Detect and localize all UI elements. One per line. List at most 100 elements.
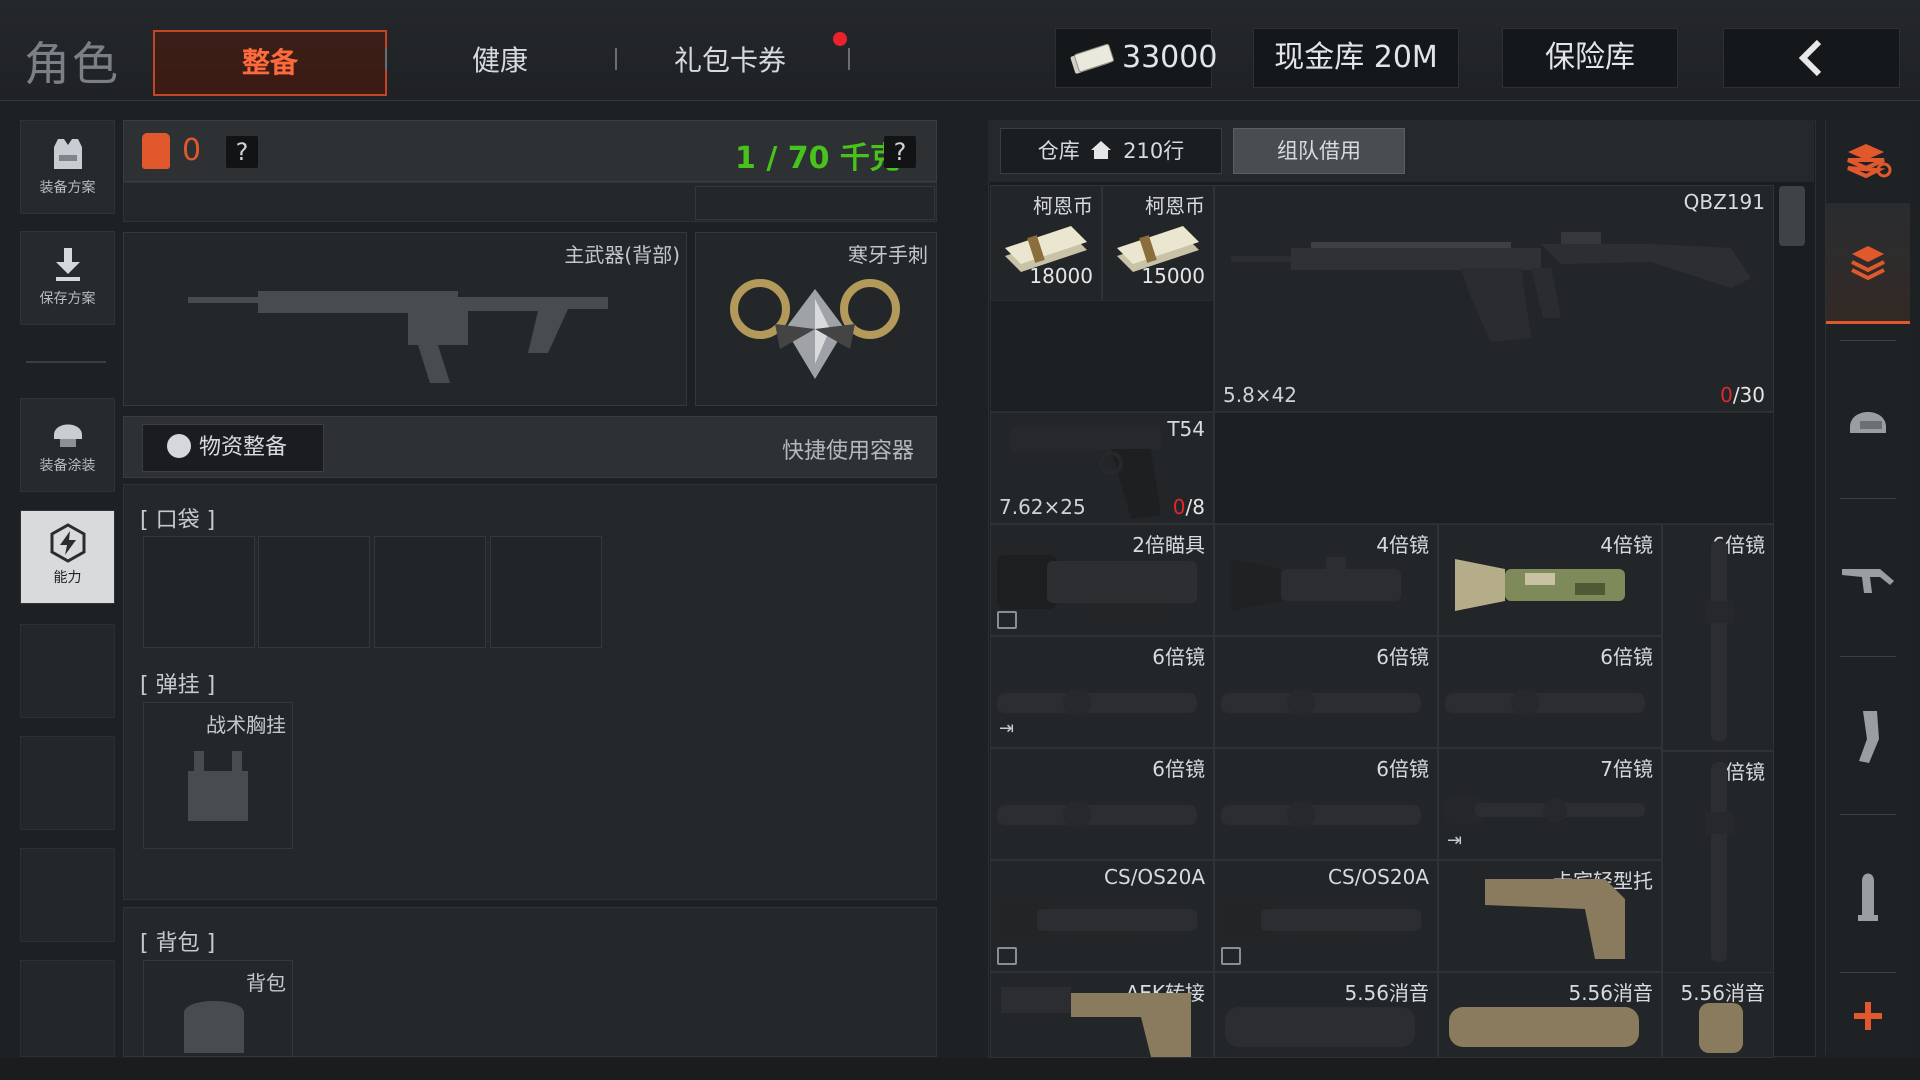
item-ammo: 0/8 bbox=[1173, 495, 1205, 519]
scope-vertical-icon bbox=[1705, 762, 1733, 962]
chest-rig-icon bbox=[188, 751, 248, 821]
sidebar-label: 装备方案 bbox=[39, 180, 96, 196]
item-scope-6x[interactable]: 6倍镜 bbox=[1438, 636, 1662, 748]
category-divider bbox=[1840, 972, 1896, 973]
storage-tab-label: 仓库 bbox=[1037, 139, 1080, 163]
backpack-slot[interactable]: 背包 bbox=[143, 960, 293, 1057]
item-scope-7x[interactable]: 7倍镜 bbox=[1662, 751, 1774, 973]
item-scope-4x[interactable]: 4倍镜 bbox=[1214, 524, 1438, 636]
add-category-button[interactable] bbox=[1826, 978, 1910, 1054]
item-scope-7x[interactable]: 7倍镜 ⇥ bbox=[1438, 748, 1662, 860]
sort-stack-button[interactable] bbox=[1826, 120, 1910, 200]
item-556-suppressor[interactable]: 5.56消音 bbox=[1662, 972, 1774, 1058]
supply-prep-button[interactable]: 物资整备 bbox=[142, 424, 324, 472]
helmet-icon bbox=[1850, 412, 1886, 433]
category-magazine-button[interactable] bbox=[1826, 662, 1910, 812]
category-all-button[interactable] bbox=[1826, 203, 1910, 324]
home-icon bbox=[1091, 141, 1112, 159]
category-divider bbox=[1840, 498, 1896, 499]
pocket-slot[interactable] bbox=[490, 536, 602, 648]
chest-rig-slot[interactable]: 战术胸挂 bbox=[143, 702, 293, 849]
stack-active-icon bbox=[1851, 246, 1885, 280]
save-plan-button[interactable]: 保存方案 bbox=[20, 231, 115, 325]
back-button[interactable] bbox=[1723, 28, 1900, 88]
item-556-suppressor[interactable]: 5.56消音 bbox=[1214, 972, 1438, 1058]
item-carbine-stock[interactable]: 卡宾轻型托 bbox=[1438, 860, 1662, 972]
pocket-slot[interactable] bbox=[374, 536, 486, 648]
long-scope-icon bbox=[1445, 689, 1645, 717]
adapter-icon bbox=[1001, 987, 1191, 1057]
item-name: QBZ191 bbox=[1683, 190, 1765, 214]
category-ammo-button[interactable] bbox=[1826, 820, 1910, 970]
primary-weapon-slot[interactable]: 主武器(背部) bbox=[123, 232, 687, 406]
item-name: 6倍镜 bbox=[1152, 757, 1205, 781]
scope-icon bbox=[997, 903, 1197, 945]
tab-gift-cards[interactable]: 礼包卡券 bbox=[630, 30, 830, 92]
armor-help-button[interactable]: ? bbox=[226, 136, 258, 168]
item-t54[interactable]: T54 7.62×25 0/8 bbox=[990, 412, 1214, 524]
item-cs-os20a[interactable]: CS/OS20A bbox=[990, 860, 1214, 972]
chest-rig-label: 战术胸挂 bbox=[206, 713, 286, 737]
pocket-slot[interactable] bbox=[143, 536, 255, 648]
tab-storage[interactable]: 仓库 210行 bbox=[1000, 128, 1222, 174]
category-divider bbox=[1840, 814, 1896, 815]
currency-display[interactable]: 33000 bbox=[1055, 28, 1217, 88]
rifle-silhouette-icon bbox=[188, 291, 608, 383]
item-qbz191[interactable]: QBZ191 5.8×42 0/30 bbox=[1214, 185, 1774, 412]
ammo-box-icon bbox=[997, 947, 1017, 965]
item-amount: 18000 bbox=[1029, 264, 1093, 288]
item-556-suppressor[interactable]: 5.56消音 bbox=[1438, 972, 1662, 1058]
helmet-paint-icon bbox=[53, 424, 82, 447]
sidebar-label: 能力 bbox=[53, 570, 82, 586]
melee-slot[interactable]: 寒牙手刺 bbox=[695, 232, 937, 406]
page-title: 角色 bbox=[24, 37, 120, 91]
item-cs-os20a[interactable]: CS/OS20A bbox=[1214, 860, 1438, 972]
chevron-left-icon bbox=[1798, 39, 1822, 77]
backpack-label: 背包 bbox=[246, 971, 286, 995]
tab-separator bbox=[385, 48, 387, 70]
pockets-title: [ 口袋 ] bbox=[140, 508, 216, 533]
banknote-icon bbox=[1070, 43, 1114, 74]
download-icon bbox=[55, 248, 80, 281]
item-scope-6x[interactable]: 6倍镜 bbox=[1214, 636, 1438, 748]
cash-vault-button[interactable]: 现金库 20M bbox=[1253, 28, 1459, 88]
weight-help-button[interactable]: ? bbox=[884, 136, 916, 168]
vest-icon bbox=[53, 139, 82, 169]
insurance-vault-button[interactable]: 保险库 bbox=[1502, 28, 1678, 88]
warehouse-scrollbar[interactable] bbox=[1779, 186, 1805, 246]
empty-cell bbox=[990, 300, 1214, 412]
item-scope-2x[interactable]: 2倍瞄具 bbox=[990, 524, 1214, 636]
item-scope-6x[interactable]: 6倍镜 ⇥ bbox=[990, 636, 1214, 748]
camo-scope-icon bbox=[1455, 559, 1625, 611]
melee-label: 寒牙手刺 bbox=[848, 243, 928, 267]
long-scope-icon bbox=[1445, 797, 1645, 823]
item-scope-4x[interactable]: 4倍镜 bbox=[1438, 524, 1662, 636]
quick-use-container-label[interactable]: 快捷使用容器 bbox=[782, 433, 914, 465]
tab-separator bbox=[848, 48, 850, 70]
item-name: 6倍镜 bbox=[1152, 645, 1205, 669]
pocket-slot[interactable] bbox=[258, 536, 370, 648]
suppressor-icon bbox=[1699, 1003, 1743, 1053]
item-name: 6倍镜 bbox=[1376, 757, 1429, 781]
item-scope-6x[interactable]: 6倍镜 bbox=[990, 748, 1214, 860]
category-rifle-button[interactable] bbox=[1826, 504, 1910, 654]
item-scope-6x[interactable]: 6倍镜 bbox=[1214, 748, 1438, 860]
loadout-plan-button[interactable]: 装备方案 bbox=[20, 120, 115, 214]
tab-team-borrow[interactable]: 组队借用 bbox=[1233, 128, 1405, 174]
gear-paint-button[interactable]: 装备涂装 bbox=[20, 398, 115, 492]
item-aek-adapter[interactable]: AEK转接 bbox=[990, 972, 1214, 1058]
export-icon: ⇥ bbox=[1447, 830, 1463, 851]
tab-health[interactable]: 健康 bbox=[400, 30, 600, 92]
sidebar-empty-slot bbox=[20, 848, 115, 942]
backpack-icon bbox=[184, 1001, 244, 1053]
tab-equip[interactable]: 整备 bbox=[153, 30, 387, 96]
stock-icon bbox=[1485, 879, 1625, 959]
ability-button[interactable]: 能力 bbox=[20, 510, 115, 604]
category-helmet-button[interactable] bbox=[1826, 346, 1910, 496]
item-name: 5.56消音 bbox=[1680, 981, 1765, 1005]
item-scope-6x[interactable]: 6倍镜 bbox=[1662, 524, 1774, 751]
export-icon: ⇥ bbox=[999, 718, 1015, 739]
item-name: 6倍镜 bbox=[1600, 645, 1653, 669]
item-name: 柯恩币 bbox=[1033, 194, 1093, 218]
category-divider bbox=[1840, 656, 1896, 657]
